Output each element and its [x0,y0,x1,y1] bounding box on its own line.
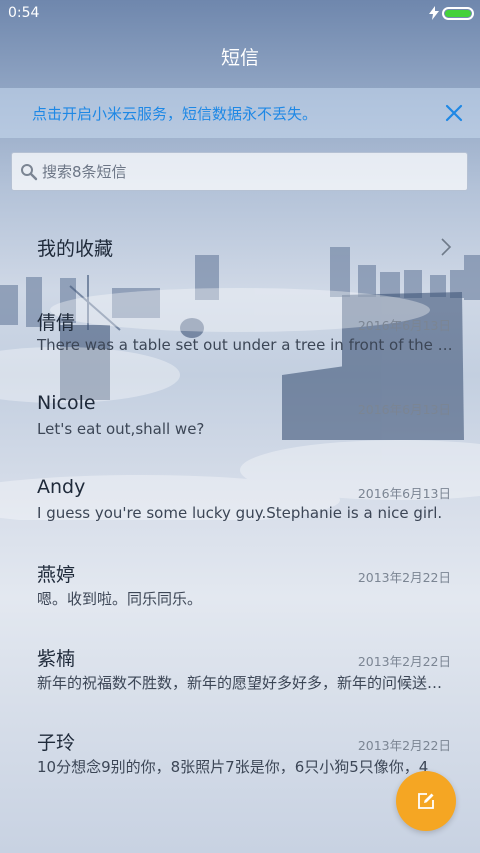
cloud-service-banner[interactable]: 点击开启小米云服务，短信数据永不丢失。 [0,88,480,138]
message-sender: Andy [37,476,86,498]
message-preview: I guess you're some lucky guy.Stephanie … [37,504,443,522]
message-list: 倩倩 2016年6月13日 There was a table set out … [0,298,480,802]
charging-icon [429,6,439,20]
message-item[interactable]: 倩倩 2016年6月13日 There was a table set out … [0,298,480,382]
message-date: 2013年2月22日 [357,570,451,585]
status-time: 0:54 [8,5,40,21]
message-item[interactable]: Andy 2016年6月13日 I guess you're some luck… [0,466,480,550]
favorites-row[interactable]: 我的收藏 [0,218,480,274]
search-box[interactable] [11,152,468,191]
compose-button[interactable] [396,771,456,831]
battery-icon [442,7,474,20]
message-date: 2016年6月13日 [357,402,451,417]
message-date: 2013年2月22日 [357,738,451,753]
message-preview: 新年的祝福数不胜数，新年的愿望好多好多，新年的问候送给你 [37,674,455,692]
message-sender: Nicole [37,392,96,414]
message-date: 2016年6月13日 [357,486,451,501]
message-item[interactable]: Nicole 2016年6月13日 Let's eat out,shall we… [0,382,480,466]
status-bar: 0:54 [0,0,480,28]
message-preview: 10分想念9别的你，8张照片7张是你，6只小狗5只像你，4 [37,758,429,776]
message-item[interactable]: 燕婷 2013年2月22日 嗯。收到啦。同乐同乐。 [0,550,480,634]
battery-level [445,10,471,17]
chevron-right-icon [441,238,452,256]
title-bar: 短信 [0,40,480,76]
message-preview: Let's eat out,shall we? [37,420,205,438]
message-sender: 倩倩 [37,312,76,334]
message-sender: 紫楠 [37,648,76,670]
search-icon [21,164,38,181]
message-date: 2016年6月13日 [357,318,451,333]
favorites-label: 我的收藏 [37,238,114,260]
message-sender: 燕婷 [37,564,76,586]
message-date: 2013年2月22日 [357,654,451,669]
page-title: 短信 [220,47,259,69]
message-sender: 子玲 [37,732,76,754]
message-preview: 嗯。收到啦。同乐同乐。 [37,590,203,608]
search-input[interactable] [42,153,452,190]
message-preview: There was a table set out under a tree i… [37,336,455,354]
message-item[interactable]: 紫楠 2013年2月22日 新年的祝福数不胜数，新年的愿望好多好多，新年的问候送… [0,634,480,718]
close-icon[interactable] [442,101,466,125]
compose-icon [418,793,434,809]
banner-text[interactable]: 点击开启小米云服务，短信数据永不丢失。 [32,103,317,124]
